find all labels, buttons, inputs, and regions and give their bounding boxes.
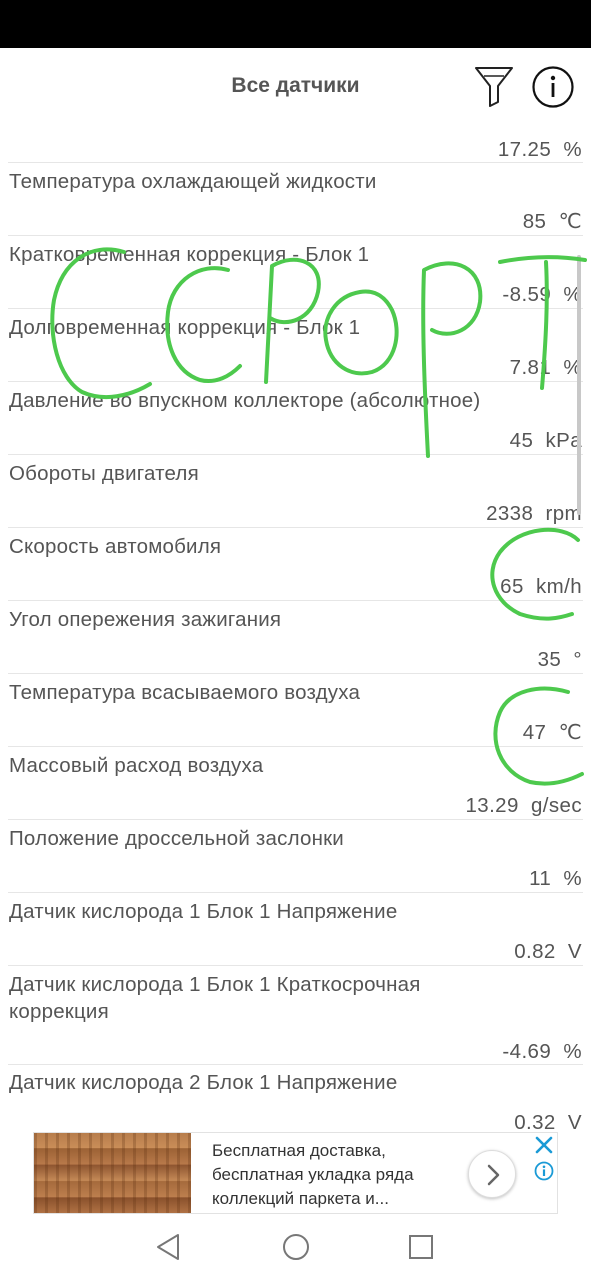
nav-recent-button[interactable] xyxy=(406,1232,436,1262)
ad-open-button[interactable] xyxy=(468,1150,516,1198)
sensor-label: Обороты двигателя xyxy=(9,462,199,485)
sensor-row[interactable]: Кратковременная коррекция - Блок 1 -8.59… xyxy=(0,236,591,309)
sensor-list[interactable]: 17.25 % Температура охлаждающей жидкости… xyxy=(0,126,591,1132)
ad-close-button[interactable] xyxy=(534,1135,554,1155)
nav-home-button[interactable] xyxy=(281,1232,311,1262)
sensor-value: 0.32 V xyxy=(514,1111,582,1132)
sensor-label: Температура охлаждающей жидкости xyxy=(9,170,377,193)
ad-parquet-image[interactable] xyxy=(34,1133,191,1213)
status-bar xyxy=(0,0,591,48)
sensor-row[interactable]: Обороты двигателя 2338 rpm xyxy=(0,455,591,528)
nav-recent-apps-icon xyxy=(409,1235,433,1259)
sensor-value: 0.82 V xyxy=(514,940,582,963)
sensor-value: -4.69 % xyxy=(502,1040,582,1063)
sensor-label: Массовый расход воздуха xyxy=(9,754,264,777)
sensor-row[interactable]: Давление во впускном коллекторе (абсолют… xyxy=(0,382,591,455)
close-x-icon xyxy=(535,1136,553,1154)
sensor-value: 45 kPa xyxy=(509,429,582,452)
sensor-value: 47 ℃ xyxy=(522,721,582,744)
sensor-value: 17.25 % xyxy=(497,138,582,161)
ad-text[interactable]: Бесплатная доставка, бесплатная укладка … xyxy=(212,1139,462,1211)
sensor-row[interactable]: Массовый расход воздуха 13.29 g/sec xyxy=(0,747,591,820)
filter-funnel-icon xyxy=(475,67,513,107)
sensor-row[interactable]: Датчик кислорода 1 Блок 1 Краткосрочная … xyxy=(0,966,591,1065)
system-nav-bar xyxy=(0,1214,591,1281)
sensor-label: Датчик кислорода 1 Блок 1 Краткосрочная … xyxy=(9,973,421,1023)
nav-home-icon xyxy=(283,1234,309,1260)
nav-back-icon xyxy=(157,1234,179,1260)
scrollbar[interactable] xyxy=(577,255,581,515)
info-circle-icon xyxy=(532,66,574,108)
sensor-row[interactable]: Температура охлаждающей жидкости 85 ℃ xyxy=(0,163,591,236)
filter-button[interactable] xyxy=(472,64,516,108)
sensor-value: 85 ℃ xyxy=(522,210,582,233)
sensor-value: -8.59 % xyxy=(502,283,582,306)
ad-info-button[interactable] xyxy=(534,1161,554,1181)
sensor-label: Угол опережения зажигания xyxy=(9,608,282,631)
sensor-label: Давление во впускном коллекторе (абсолют… xyxy=(9,389,481,412)
sensor-label: Температура всасываемого воздуха xyxy=(9,681,361,704)
sensor-value: 11 % xyxy=(529,867,582,890)
ad-info-icon xyxy=(534,1161,554,1181)
nav-back-button[interactable] xyxy=(153,1232,183,1262)
sensor-value: 65 km/h xyxy=(500,575,582,598)
sensor-row[interactable]: Долговременная коррекция - Блок 1 7.81 % xyxy=(0,309,591,382)
sensor-value: 7.81 % xyxy=(509,356,582,379)
sensor-label: Положение дроссельной заслонки xyxy=(9,827,344,850)
sensor-label: Датчик кислорода 1 Блок 1 Напряжение xyxy=(9,900,398,923)
sensor-value: 2338 rpm xyxy=(486,502,582,525)
sensor-label: Скорость автомобиля xyxy=(9,535,222,558)
sensor-row[interactable]: Положение дроссельной заслонки 11 % xyxy=(0,820,591,893)
sensor-row[interactable]: Угол опережения зажигания 35 ° xyxy=(0,601,591,674)
sensor-row[interactable]: Датчик кислорода 2 Блок 1 Напряжение 0.3… xyxy=(0,1065,591,1132)
sensor-value: 35 ° xyxy=(537,648,582,671)
sensor-row[interactable]: Температура всасываемого воздуха 47 ℃ xyxy=(0,674,591,747)
sensor-label: Датчик кислорода 2 Блок 1 Напряжение xyxy=(9,1071,398,1094)
sensor-label: Долговременная коррекция - Блок 1 xyxy=(9,316,361,339)
sensor-value: 13.29 g/sec xyxy=(465,794,582,817)
sensor-row[interactable]: 17.25 % xyxy=(0,126,591,163)
ad-banner[interactable]: Бесплатная доставка, бесплатная укладка … xyxy=(33,1132,558,1214)
chevron-right-icon xyxy=(487,1164,500,1186)
sensor-row[interactable]: Скорость автомобиля 65 km/h xyxy=(0,528,591,601)
sensor-label: Кратковременная коррекция - Блок 1 xyxy=(9,243,370,266)
app-header: Все датчики xyxy=(0,48,591,126)
sensor-row[interactable]: Датчик кислорода 1 Блок 1 Напряжение 0.8… xyxy=(0,893,591,966)
info-button[interactable] xyxy=(531,65,575,109)
